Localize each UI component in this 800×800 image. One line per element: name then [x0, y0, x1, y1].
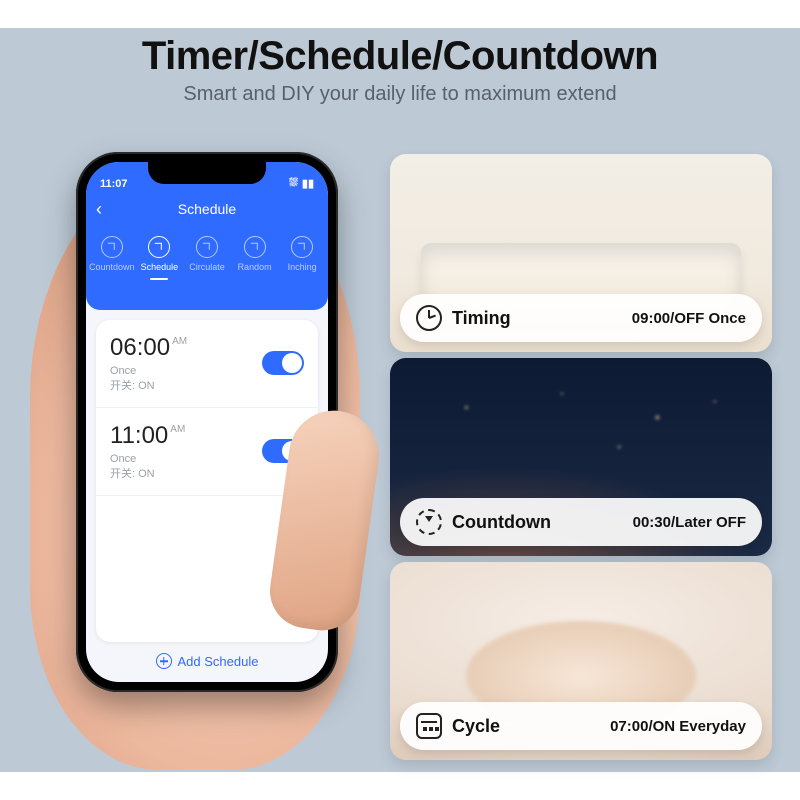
app-header: ‹ Schedule Countdown Schedule — [86, 192, 328, 310]
card-cycle: Cycle 07:00/ON Everyday — [390, 562, 772, 760]
plus-icon — [156, 653, 172, 669]
wifi-icon: ⛆ — [289, 177, 298, 190]
page-title: Schedule — [178, 201, 236, 217]
card-timing: Timing 09:00/OFF Once — [390, 154, 772, 352]
headline: Timer/Schedule/Countdown Smart and DIY y… — [0, 34, 800, 106]
tab-countdown[interactable]: Countdown — [88, 236, 136, 288]
card-pill: Timing 09:00/OFF Once — [400, 294, 762, 342]
tab-label: Countdown — [89, 262, 135, 272]
hand-holding-phone: 11:07 ⛆ ▮▮ ‹ Schedule Countdown — [30, 160, 360, 770]
tab-schedule[interactable]: Schedule — [136, 236, 184, 288]
tab-label: Circulate — [189, 262, 225, 272]
card-countdown: Countdown 00:30/Later OFF — [390, 358, 772, 556]
letterbox-bottom — [0, 772, 800, 800]
add-schedule-label: Add Schedule — [178, 654, 259, 669]
schedule-ampm: AM — [172, 336, 187, 347]
schedule-toggle[interactable] — [262, 351, 304, 375]
countdown-icon — [416, 509, 442, 535]
mode-tabs: Countdown Schedule Circulate — [86, 236, 328, 288]
card-pill: Cycle 07:00/ON Everyday — [400, 702, 762, 750]
card-value: 00:30/Later OFF — [633, 514, 746, 531]
calendar-icon — [416, 713, 442, 739]
back-button[interactable]: ‹ — [96, 200, 102, 218]
headline-title: Timer/Schedule/Countdown — [0, 34, 800, 79]
card-title: Timing — [452, 308, 511, 329]
headline-subtitle: Smart and DIY your daily life to maximum… — [0, 83, 800, 106]
inching-icon — [291, 236, 313, 258]
tab-label: Schedule — [141, 262, 179, 272]
hourglass-icon — [101, 236, 123, 258]
card-title: Cycle — [452, 716, 500, 737]
letterbox-top — [0, 0, 800, 28]
tab-circulate[interactable]: Circulate — [183, 236, 231, 288]
schedule-time: 06:00 — [110, 334, 170, 362]
battery-icon: ▮▮ — [302, 177, 314, 190]
schedule-time: 11:00 — [110, 422, 168, 450]
schedule-state: 开关: ON — [110, 379, 304, 394]
schedule-row[interactable]: 06:00 AM Once 开关: ON — [96, 320, 318, 408]
tab-inching[interactable]: Inching — [278, 236, 326, 288]
card-title: Countdown — [452, 512, 551, 533]
status-time: 11:07 — [100, 178, 128, 190]
feature-cards: Timing 09:00/OFF Once Countdown 00:30/La… — [390, 154, 772, 760]
clock-icon — [416, 305, 442, 331]
add-schedule-button[interactable]: Add Schedule — [96, 646, 318, 676]
clock-icon — [148, 236, 170, 258]
tab-label: Random — [238, 262, 272, 272]
card-value: 07:00/ON Everyday — [610, 718, 746, 735]
random-icon — [244, 236, 266, 258]
card-value: 09:00/OFF Once — [632, 310, 746, 327]
cycle-icon — [196, 236, 218, 258]
tab-label: Inching — [288, 262, 317, 272]
tab-random[interactable]: Random — [231, 236, 279, 288]
phone-notch — [148, 162, 266, 184]
schedule-state: 开关: ON — [110, 467, 304, 482]
schedule-ampm: AM — [170, 424, 185, 435]
card-pill: Countdown 00:30/Later OFF — [400, 498, 762, 546]
